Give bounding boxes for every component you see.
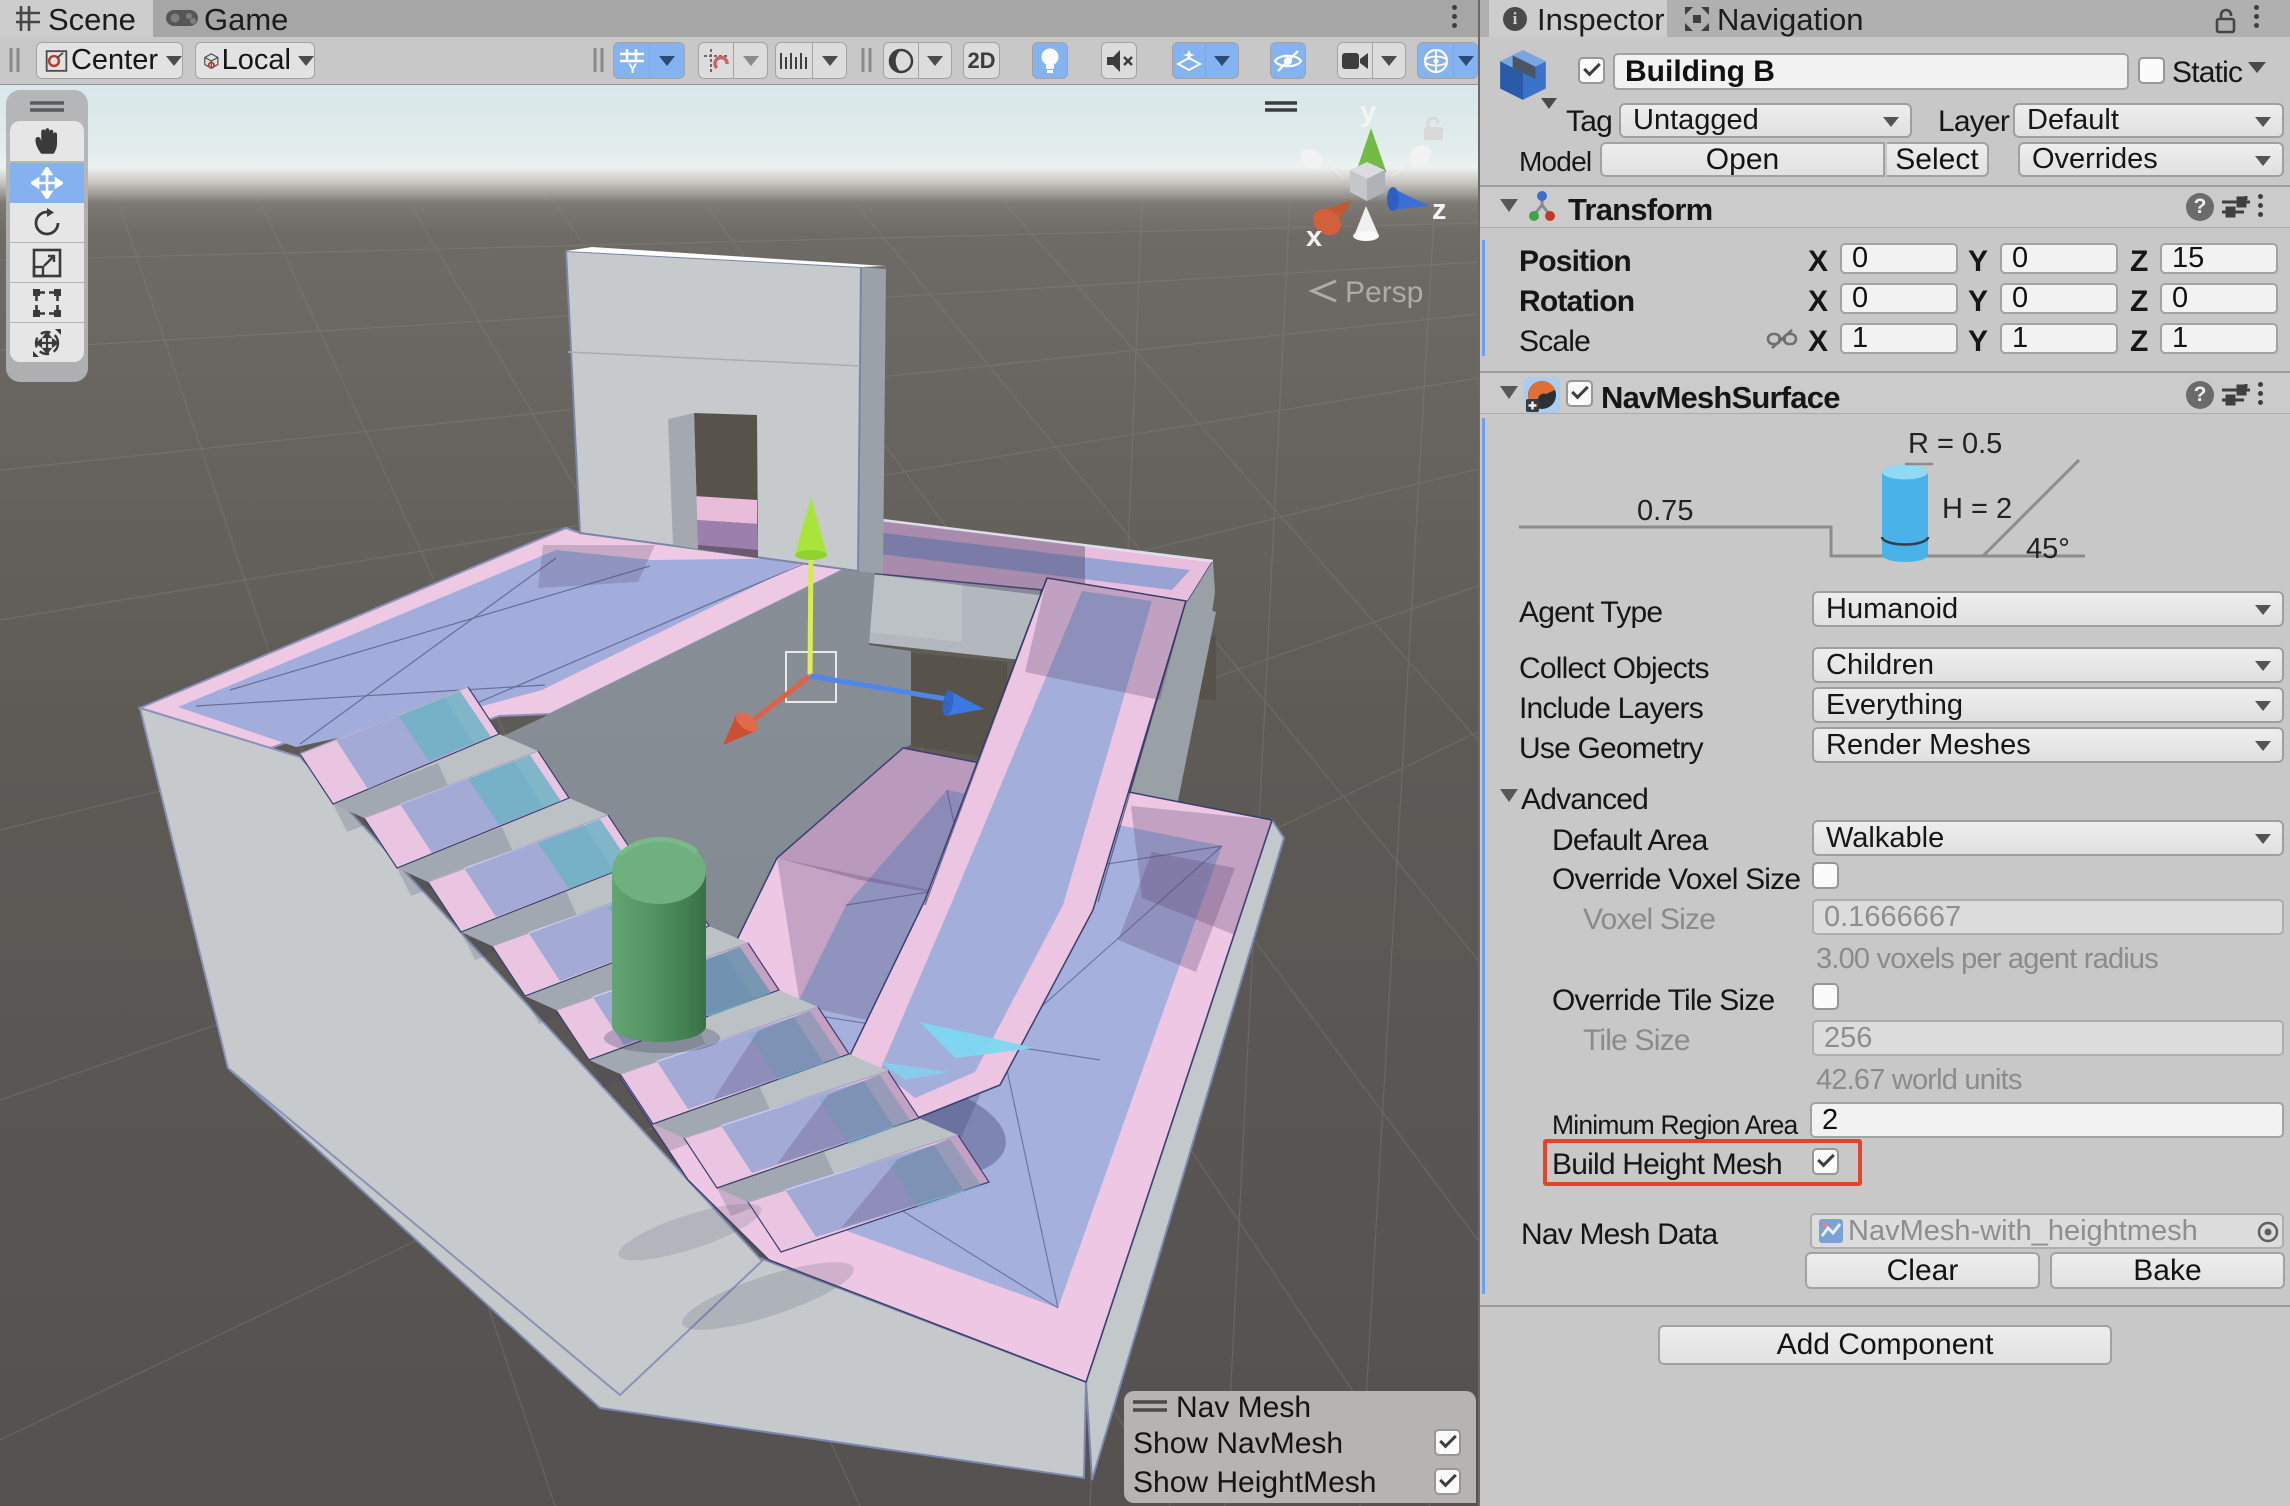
svg-text:y: y bbox=[1360, 96, 1376, 128]
svg-text:Persp: Persp bbox=[1345, 276, 1423, 309]
svg-text:z: z bbox=[1432, 194, 1447, 226]
svg-text:R = 0.5: R = 0.5 bbox=[1908, 428, 2002, 460]
svg-text:0.75: 0.75 bbox=[1637, 495, 1693, 527]
svg-text:x: x bbox=[1306, 221, 1322, 253]
svg-text:Y: Y bbox=[628, 60, 638, 74]
svg-text:H = 2: H = 2 bbox=[1942, 493, 2012, 525]
svg-text:45°: 45° bbox=[2026, 533, 2070, 565]
